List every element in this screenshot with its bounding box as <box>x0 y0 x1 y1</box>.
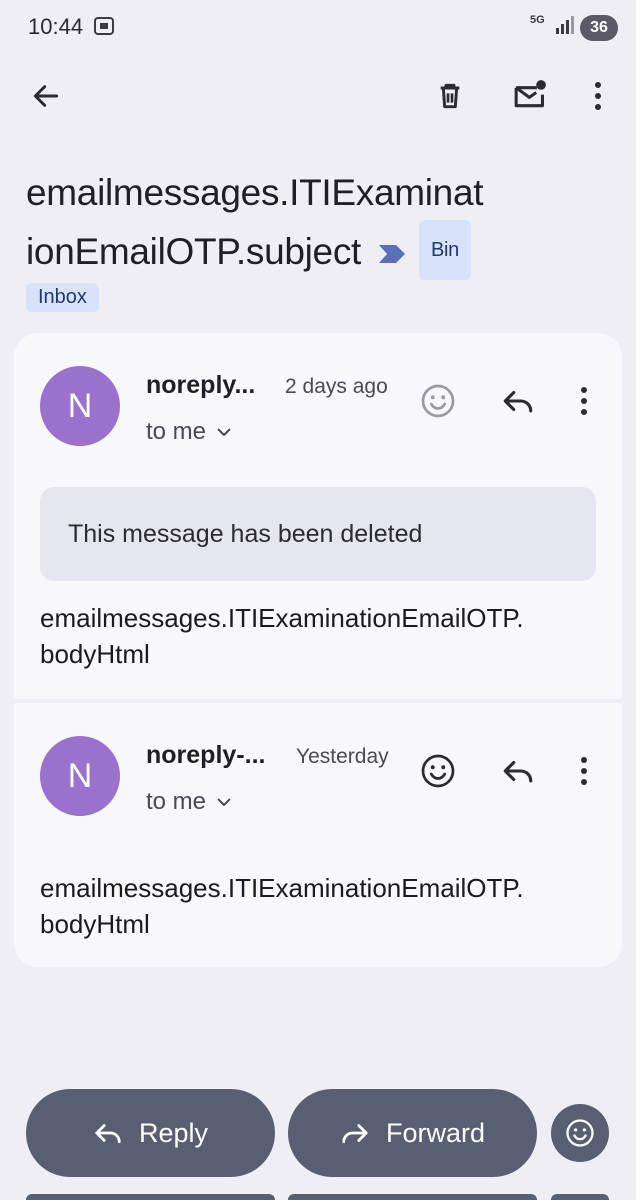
deleted-notice-text: This message has been deleted <box>68 520 423 548</box>
forward-icon <box>342 1124 368 1144</box>
smile-icon <box>421 754 455 788</box>
reply-label: Reply <box>138 1117 209 1148</box>
forward-action-button[interactable]: Forward <box>288 1089 537 1177</box>
bottom-bar-fragment <box>288 1194 537 1200</box>
message-more-button[interactable] <box>566 749 602 793</box>
battery-level: 36 <box>580 15 618 41</box>
recipient-toggle[interactable]: to me <box>146 788 232 816</box>
reply-icon <box>503 760 533 783</box>
sender-name[interactable]: noreply... <box>146 371 255 400</box>
bottom-bar-fragment <box>26 1194 275 1200</box>
more-options-button[interactable] <box>578 74 618 118</box>
deleted-notice: This message has been deleted <box>40 487 596 581</box>
reply-icon <box>503 390 533 413</box>
more-vert-icon <box>581 757 587 785</box>
thread-subject: emailmessages.ITIExaminat ionEmailOTP.su… <box>26 166 546 280</box>
message-time: 2 days ago <box>285 375 388 398</box>
label-chip-bin[interactable]: Bin <box>419 220 472 280</box>
subject-line-2-text: ionEmailOTP.subject <box>26 231 361 272</box>
sender-name[interactable]: noreply-... <box>146 741 265 770</box>
subject-line-2: ionEmailOTP.subject Bin <box>26 220 546 280</box>
recipient-label: to me <box>146 418 207 445</box>
smile-icon <box>421 384 455 418</box>
signal-icon <box>554 14 576 41</box>
chevron-down-icon <box>217 798 231 807</box>
add-reaction-button[interactable] <box>416 749 460 793</box>
screenshot-icon <box>92 14 116 43</box>
arrow-left-icon <box>33 85 59 107</box>
network-type: 5G <box>530 14 545 26</box>
mark-unread-button[interactable] <box>506 72 554 120</box>
label-chip-inbox[interactable]: Inbox <box>26 283 99 312</box>
mail-badge-icon <box>514 80 546 108</box>
reply-button[interactable] <box>496 749 540 793</box>
smile-icon <box>566 1119 594 1147</box>
importance-marker-icon <box>379 245 405 263</box>
subject-line-1: emailmessages.ITIExaminat <box>26 172 484 213</box>
recipient-label: to me <box>146 788 207 815</box>
recipient-toggle[interactable]: to me <box>146 418 232 446</box>
bottom-bar-fragment <box>551 1194 609 1200</box>
message-body: emailmessages.ITIExaminationEmailOTP. bo… <box>40 603 524 669</box>
status-bar: 10:44 5G 36 <box>0 0 636 56</box>
more-vert-icon <box>581 387 587 415</box>
message-more-button[interactable] <box>566 379 602 423</box>
delete-button[interactable] <box>428 74 472 118</box>
trash-icon <box>440 83 460 109</box>
avatar[interactable]: N <box>40 736 120 816</box>
message-time: Yesterday <box>296 745 389 768</box>
back-button[interactable] <box>24 74 68 118</box>
status-time: 10:44 <box>28 14 84 39</box>
avatar[interactable]: N <box>40 366 120 446</box>
emoji-reaction-button[interactable] <box>551 1104 609 1162</box>
chevron-down-icon <box>217 428 231 437</box>
reply-action-button[interactable]: Reply <box>26 1089 275 1177</box>
reply-icon <box>95 1124 121 1144</box>
reply-button[interactable] <box>496 379 540 423</box>
more-vert-icon <box>595 82 601 110</box>
forward-label: Forward <box>385 1117 486 1148</box>
add-reaction-button[interactable] <box>416 379 460 423</box>
message-body: emailmessages.ITIExaminationEmailOTP. bo… <box>40 873 524 939</box>
